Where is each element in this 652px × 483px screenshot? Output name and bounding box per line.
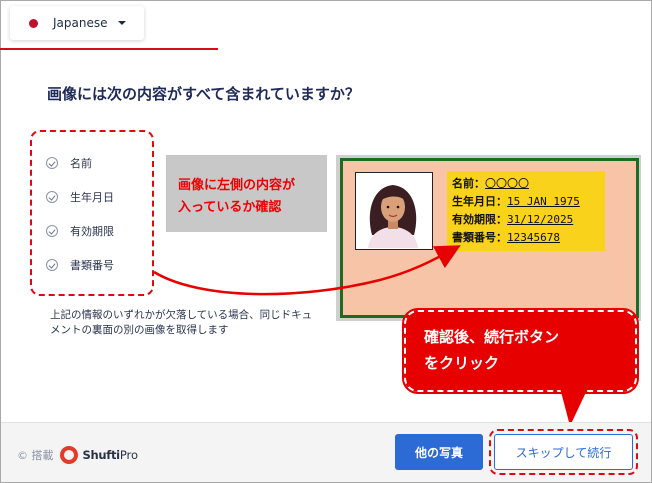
other-photo-button[interactable]: 他の写真 [395, 434, 483, 470]
powered-by-label: © 搭載 [17, 449, 54, 462]
skip-button-highlight-box [489, 429, 638, 475]
brand-suffix: Pro [119, 448, 139, 462]
annotation-arrow-icon [153, 245, 461, 296]
powered-by: © 搭載 Shufti Pro [17, 446, 138, 464]
shufti-logo-icon [59, 446, 78, 464]
callout-pointer [560, 388, 588, 426]
callout-line1: 確認後、続行ボタン [424, 328, 560, 346]
annotation-callout: 確認後、続行ボタン をクリック [402, 308, 639, 394]
callout-line2: をクリック [424, 354, 500, 372]
brand-name: Shufti [82, 448, 121, 462]
